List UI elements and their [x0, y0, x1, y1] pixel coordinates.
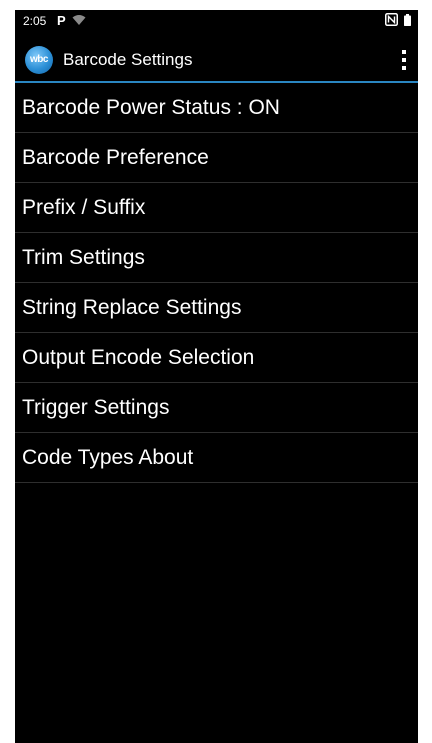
battery-icon	[404, 14, 411, 26]
app-bar: wbc Barcode Settings	[15, 35, 418, 83]
menu-item-trim-settings[interactable]: Trim Settings	[15, 233, 418, 283]
app-logo-icon: wbc	[25, 46, 53, 74]
p-notification-icon: P	[57, 13, 66, 28]
menu-item-barcode-preference[interactable]: Barcode Preference	[15, 133, 418, 183]
status-time: 2:05	[23, 14, 47, 28]
status-bar: 2:05 P	[15, 10, 418, 34]
menu-item-output-encode-selection[interactable]: Output Encode Selection	[15, 333, 418, 383]
app-title: Barcode Settings	[63, 50, 193, 69]
settings-menu-list: Barcode Power Status : ON Barcode Prefer…	[15, 83, 418, 483]
wifi-icon	[72, 15, 86, 25]
overflow-menu-icon[interactable]	[395, 48, 413, 72]
menu-item-prefix-suffix[interactable]: Prefix / Suffix	[15, 183, 418, 233]
menu-item-barcode-power-status[interactable]: Barcode Power Status : ON	[15, 83, 418, 133]
phone-screen: 2:05 P wbc Barcode Settings Barcode Powe…	[15, 10, 418, 743]
menu-item-trigger-settings[interactable]: Trigger Settings	[15, 383, 418, 433]
menu-item-code-types-about[interactable]: Code Types About	[15, 433, 418, 483]
nfc-icon	[385, 13, 398, 26]
menu-item-string-replace-settings[interactable]: String Replace Settings	[15, 283, 418, 333]
